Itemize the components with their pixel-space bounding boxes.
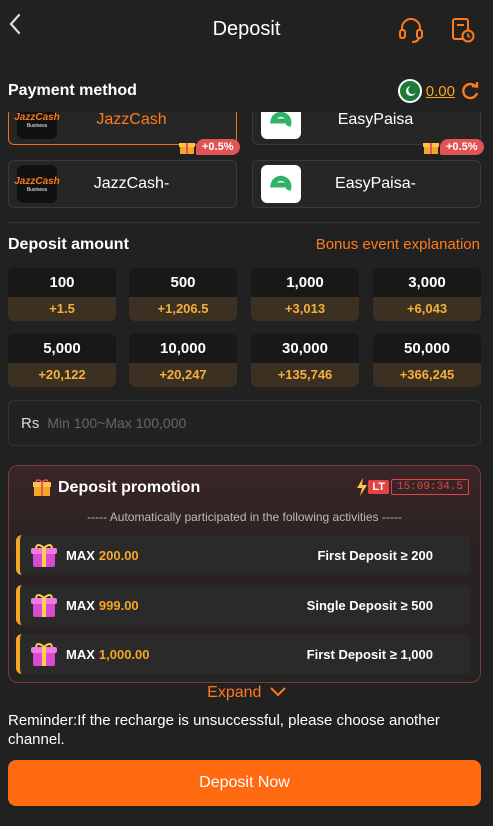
header-bar: Deposit	[0, 0, 493, 60]
easypaisa-logo	[261, 165, 301, 203]
jazzcash-logo: JazzCash Business	[14, 112, 60, 139]
deposit-now-button[interactable]: Deposit Now	[8, 760, 481, 806]
payment-method-title: Payment method	[8, 82, 137, 99]
payment-method-name: JazzCash	[96, 112, 167, 128]
amount-option[interactable]: 30,000 +135,746	[251, 334, 359, 387]
amount-option[interactable]: 10,000 +20,247	[129, 334, 237, 387]
easypaisa-logo	[261, 112, 301, 139]
pakistan-flag-icon	[397, 79, 422, 103]
payment-method-name: EasyPaisa-	[335, 175, 416, 192]
bonus-percent: +0.5%	[440, 139, 484, 155]
payment-method-jazzcash-alt[interactable]: JazzCash Business JazzCash-	[8, 160, 237, 208]
countdown-timer: 15:09:34.5	[390, 479, 469, 495]
expand-toggle[interactable]: Expand	[0, 684, 493, 702]
balance-display: 0.00	[397, 78, 481, 104]
jazzcash-logo: JazzCash Business	[14, 165, 60, 203]
headset-icon	[399, 18, 423, 43]
amount-option[interactable]: 100 +1.5	[8, 268, 116, 321]
payment-method-easypaisa-alt[interactable]: EasyPaisa-	[252, 160, 481, 208]
gift-icon	[33, 479, 51, 496]
amount-placeholder: Min 100~Max 100,000	[47, 415, 187, 431]
amount-option[interactable]: 1,000 +3,013	[251, 268, 359, 321]
expand-label: Expand	[207, 684, 262, 701]
history-icon	[452, 18, 475, 43]
limited-time-badge: LT 15:09:34.5	[356, 478, 469, 496]
amount-input[interactable]: Rs Min 100~Max 100,000	[8, 400, 481, 446]
bonus-badge: +0.5%	[422, 139, 484, 155]
promotion-title: Deposit promotion	[58, 479, 201, 496]
gift-icon	[31, 544, 57, 567]
promotion-item[interactable]: MAX 999.00 Single Deposit ≥ 500	[16, 585, 471, 625]
deposit-amount-title: Deposit amount	[8, 236, 129, 253]
deposit-history-button[interactable]	[450, 16, 476, 44]
payment-method-name: EasyPaisa	[337, 112, 414, 128]
customer-service-button[interactable]	[398, 16, 424, 44]
amount-option[interactable]: 500 +1,206.5	[129, 268, 237, 321]
gift-icon	[31, 643, 57, 666]
payment-method-name: JazzCash-	[93, 175, 170, 192]
amount-option[interactable]: 5,000 +20,122	[8, 334, 116, 387]
amount-option[interactable]: 50,000 +366,245	[373, 334, 481, 387]
gift-icon	[31, 594, 57, 617]
lightning-icon	[357, 478, 368, 496]
gift-icon	[179, 143, 195, 154]
reminder-text: Reminder:If the recharge is unsuccessful…	[8, 712, 440, 748]
lt-label: LT	[368, 480, 389, 494]
refresh-icon[interactable]	[459, 80, 481, 102]
bonus-badge: +0.5%	[178, 139, 240, 155]
bonus-explanation-link[interactable]: Bonus event explanation	[316, 236, 480, 253]
amount-option[interactable]: 3,000 +6,043	[373, 268, 481, 321]
balance-value: 0.00	[425, 82, 455, 100]
promotion-item[interactable]: MAX 200.00 First Deposit ≥ 200	[16, 535, 471, 575]
currency-label: Rs	[21, 414, 40, 432]
promotion-subtitle: ----- Automatically participated in the …	[87, 510, 402, 524]
bonus-percent: +0.5%	[196, 139, 240, 155]
gift-icon	[423, 143, 439, 154]
promotion-item[interactable]: MAX 1,000.00 First Deposit ≥ 1,000	[16, 634, 471, 674]
chevron-down-icon	[270, 687, 286, 697]
divider	[8, 222, 481, 223]
